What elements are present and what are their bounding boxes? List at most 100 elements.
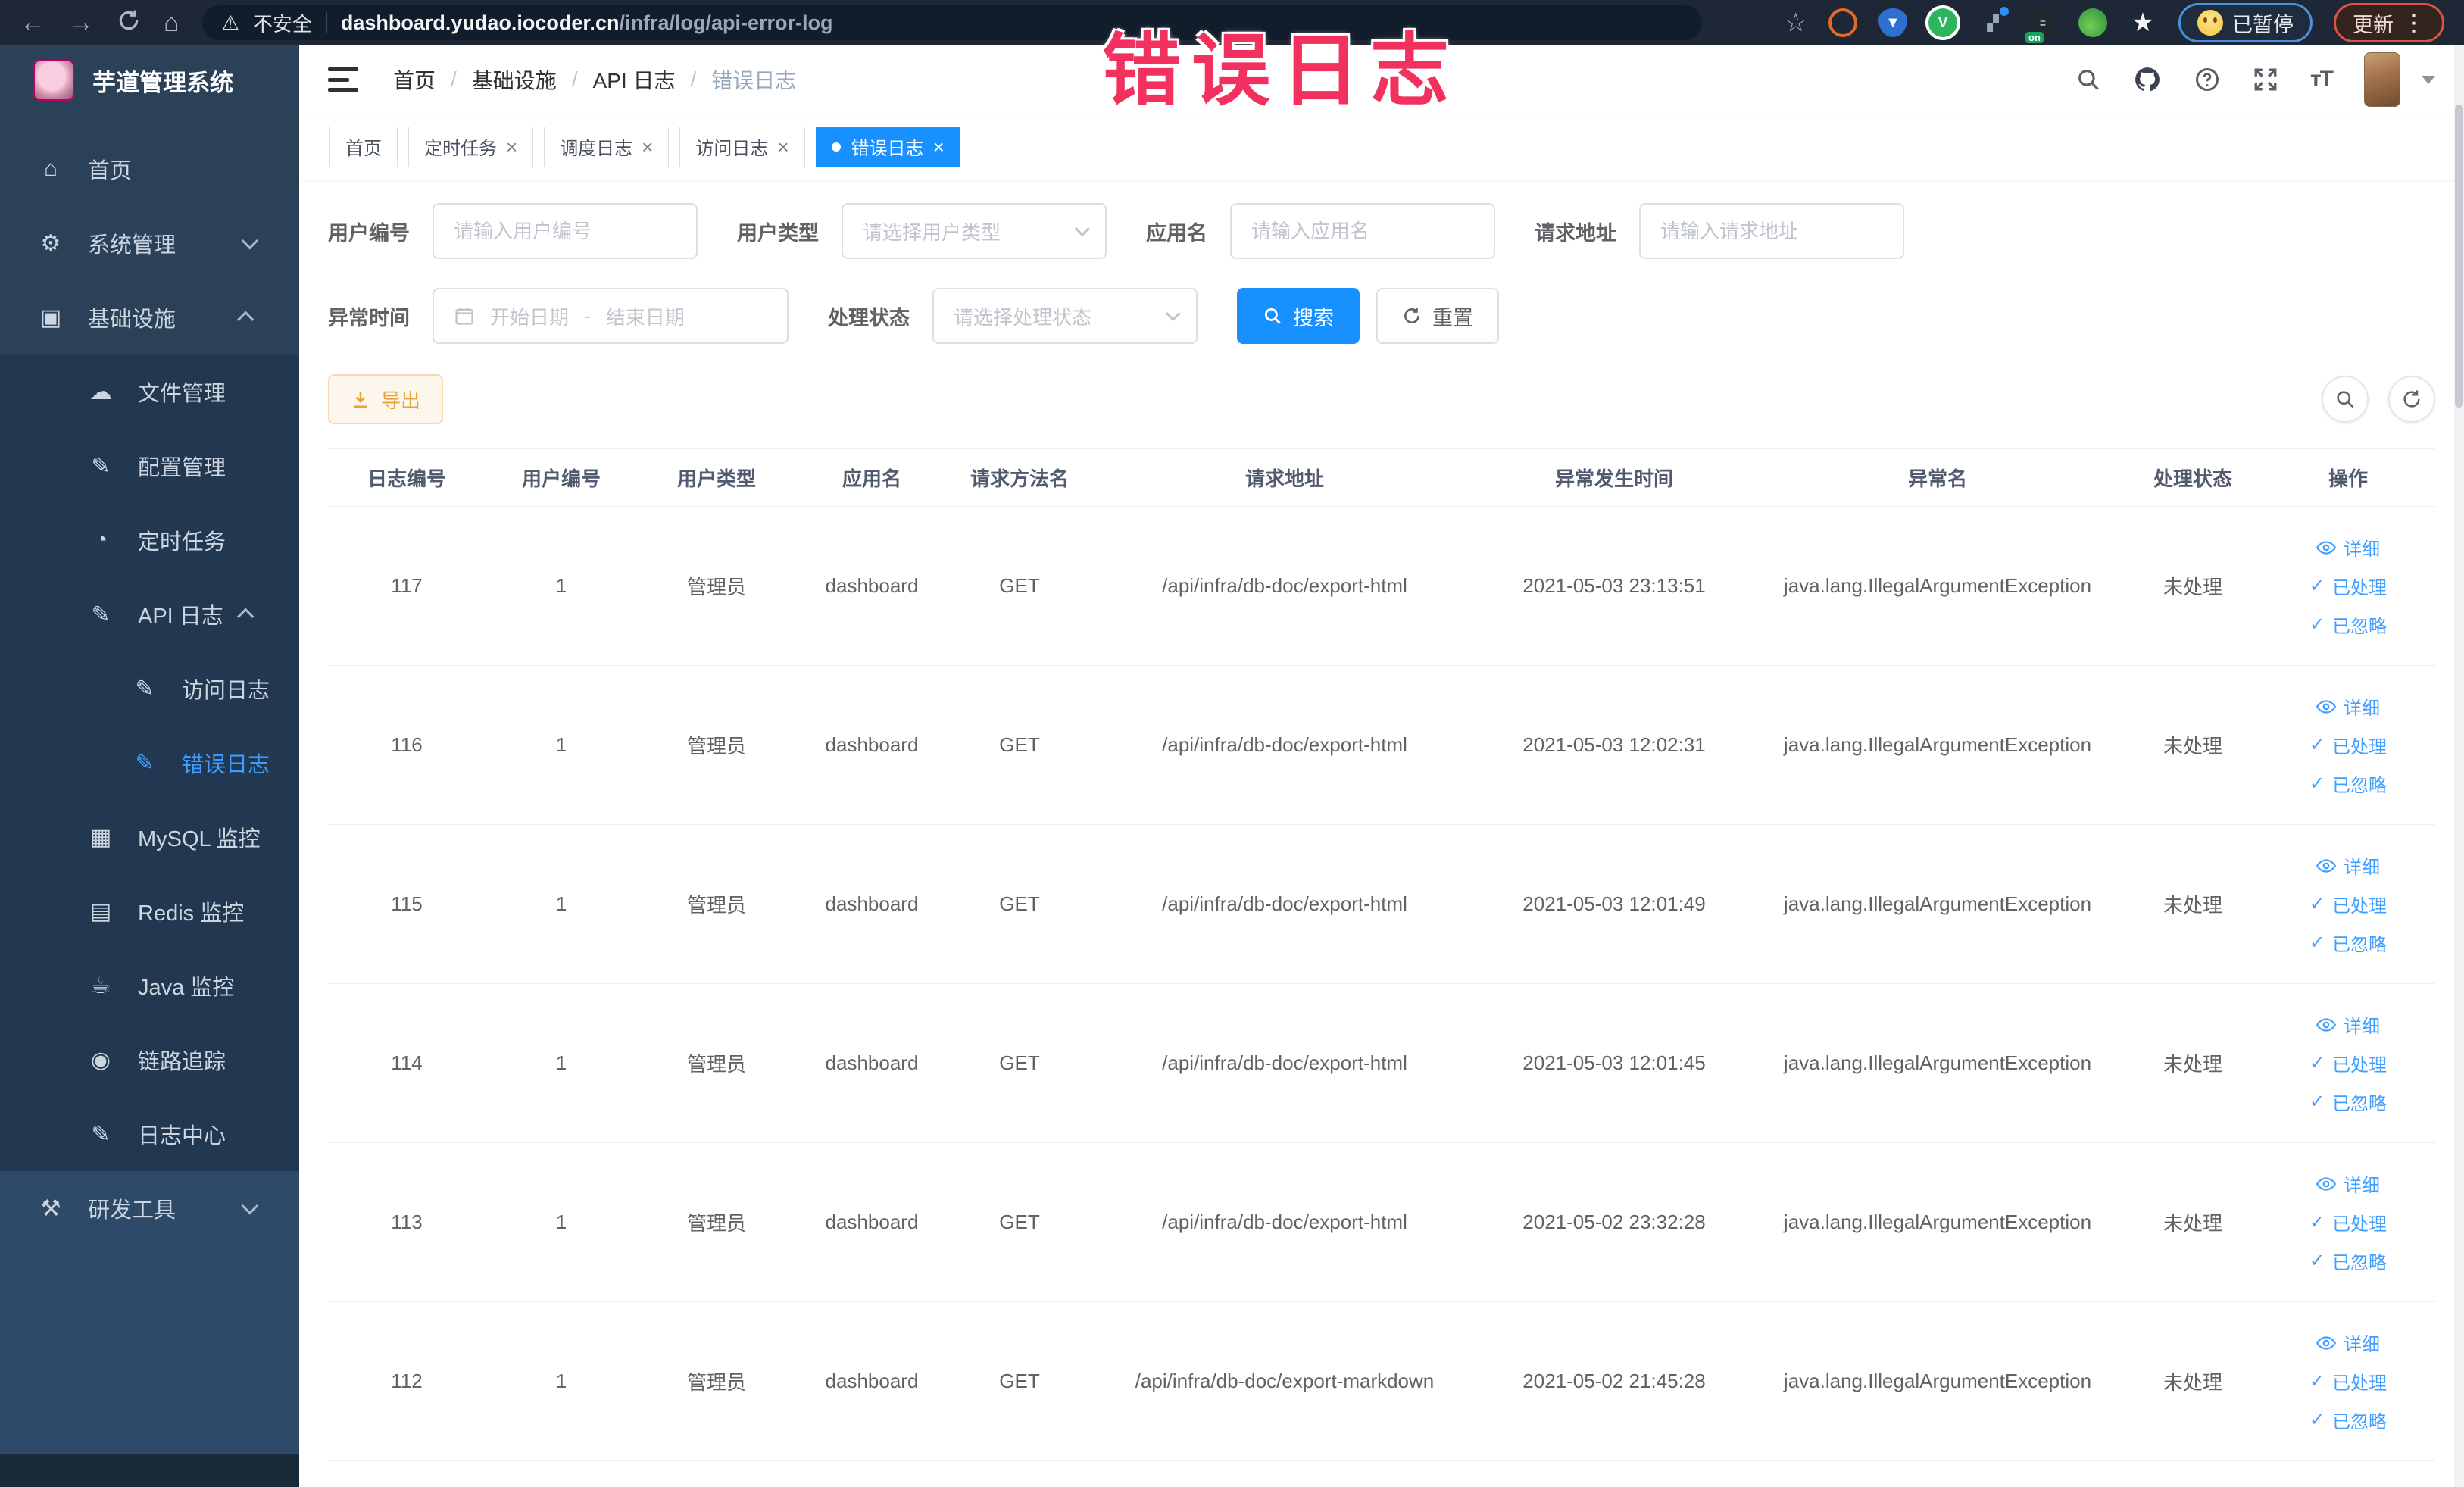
extension-icon-1[interactable] <box>1828 8 1857 37</box>
action-processed-link[interactable]: ✓ 已处理 <box>2309 891 2387 917</box>
export-button[interactable]: 导出 <box>328 374 444 424</box>
action-ignored-link[interactable]: ✓ 已忽略 <box>2309 611 2387 638</box>
app-title: 芋道管理系统 <box>92 69 233 96</box>
column-header: 应用名 <box>842 467 901 490</box>
action-ignored-link[interactable]: ✓ 已忽略 <box>2309 929 2387 956</box>
sidebar-item-label: 研发工具 <box>88 1198 176 1223</box>
action-ignored-link[interactable]: ✓ 已忽略 <box>2309 1089 2387 1115</box>
extension-icon-2[interactable]: ▼ <box>1878 8 1907 37</box>
paused-badge[interactable]: 已暂停 <box>2178 3 2313 42</box>
table-row: 116 1 管理员 dashboard GET/api/infra/db-doc/exp… <box>328 666 2435 825</box>
action-processed-link[interactable]: ✓ 已处理 <box>2309 1050 2387 1076</box>
user-type-select[interactable]: 请选择用户类型 <box>842 203 1107 259</box>
search-icon[interactable] <box>2075 67 2101 92</box>
sidebar-item-file[interactable]: ☁ 文件管理 <box>0 355 299 429</box>
action-detail-link[interactable]: 详细 <box>2316 534 2380 561</box>
action-processed-link[interactable]: ✓ 已处理 <box>2309 732 2387 758</box>
action-detail-link[interactable]: 详细 <box>2316 1011 2380 1038</box>
action-ignored-link[interactable]: ✓ 已忽略 <box>2309 770 2387 797</box>
breadcrumb-item[interactable]: API 日志 <box>593 64 676 95</box>
sidebar-item-job[interactable]: ◔ 定时任务 <box>0 503 299 577</box>
sidebar-item-label: Java 监控 <box>138 976 235 1000</box>
start-date-placeholder: 开始日期 <box>490 305 570 329</box>
extension-icon-3[interactable]: V <box>1928 8 1957 37</box>
action-detail-link[interactable]: 详细 <box>2316 693 2380 720</box>
extension-icon-6[interactable] <box>2078 8 2107 37</box>
request-url-input[interactable] <box>1660 219 1883 243</box>
page-scrollbar[interactable] <box>2454 45 2464 1487</box>
home-icon[interactable]: ⌂ <box>164 10 180 36</box>
action-detail-link[interactable]: 详细 <box>2316 1329 2380 1356</box>
sidebar-item-redis[interactable]: ▤ Redis 监控 <box>0 874 299 948</box>
close-icon[interactable]: × <box>506 137 517 157</box>
sidebar-item-log-center[interactable]: ✎ 日志中心 <box>0 1097 299 1171</box>
breadcrumb-item[interactable]: 首页 <box>393 64 436 95</box>
cell-method: GET <box>999 1211 1040 1233</box>
log-center-icon: ✎ <box>91 1121 111 1147</box>
extension-icon-5[interactable]: ≡ on <box>2025 8 2057 43</box>
tab-首页[interactable]: 首页 <box>329 126 398 167</box>
update-button[interactable]: 更新 ⋮ <box>2334 3 2444 42</box>
help-icon[interactable] <box>2194 66 2221 93</box>
sidebar-item-access-log[interactable]: ✎ 访问日志 <box>0 651 299 726</box>
sidebar-item-system[interactable]: ⚙ 系统管理 <box>0 206 299 280</box>
cell-exception-time: 2021-05-03 12:01:45 <box>1522 1051 1706 1074</box>
sidebar-item-mysql[interactable]: ▦ MySQL 监控 <box>0 800 299 874</box>
menu-dots-icon[interactable]: ⋮ <box>2403 10 2425 36</box>
extension-icon-7[interactable]: ★ <box>2128 8 2157 37</box>
scrollbar-thumb[interactable] <box>2455 105 2463 408</box>
close-icon[interactable]: × <box>933 137 945 157</box>
sidebar-item-home[interactable]: ⌂ 首页 <box>0 132 299 206</box>
extension-icon-4[interactable]: ▞ <box>1978 7 2009 37</box>
tab-定时任务[interactable]: 定时任务 × <box>408 126 534 167</box>
cell-method: GET <box>999 574 1040 597</box>
tab-label: 访问日志 <box>695 139 769 159</box>
sidebar-item-infra[interactable]: ▣ 基础设施 <box>0 280 299 355</box>
sidebar-item-api-log[interactable]: ✎ API 日志 <box>0 577 299 651</box>
close-icon[interactable]: × <box>777 137 789 157</box>
app-name-input[interactable] <box>1251 219 1474 243</box>
back-icon[interactable]: ← <box>20 10 45 36</box>
address-bar[interactable]: ⚠ 不安全 dashboard.yudao.iocoder.cn/infra/l… <box>201 5 1702 40</box>
sidebar-item-label: 首页 <box>88 159 133 183</box>
reload-icon[interactable] <box>117 8 141 37</box>
github-icon[interactable] <box>2133 65 2162 94</box>
tab-调度日志[interactable]: 调度日志 × <box>544 126 670 167</box>
tab-访问日志[interactable]: 访问日志 × <box>679 126 805 167</box>
action-processed-link[interactable]: ✓ 已处理 <box>2309 573 2387 599</box>
fullscreen-icon[interactable] <box>2253 67 2278 92</box>
filter-app-name: 应用名 <box>1146 203 1495 259</box>
show-search-button[interactable] <box>2322 376 2369 423</box>
cell-request-url: /api/infra/db-doc/export-html <box>1162 733 1407 756</box>
action-detail-link[interactable]: 详细 <box>2316 852 2380 879</box>
sidebar-item-trace[interactable]: ◉ 链路追踪 <box>0 1023 299 1097</box>
refresh-table-button[interactable] <box>2388 376 2435 423</box>
tab-错误日志[interactable]: 错误日志 × <box>815 126 960 167</box>
search-button[interactable]: 搜索 <box>1237 288 1360 344</box>
column-header: 请求地址 <box>1244 467 1324 490</box>
close-icon[interactable]: × <box>642 137 653 157</box>
action-processed-link[interactable]: ✓ 已处理 <box>2309 1368 2387 1395</box>
action-processed-link[interactable]: ✓ 已处理 <box>2309 1209 2387 1236</box>
user-avatar[interactable] <box>2364 52 2400 107</box>
sidebar-item-label: 链路追踪 <box>138 1050 226 1074</box>
sidebar-item-dev-tools[interactable]: ⚒ 研发工具 <box>0 1171 299 1245</box>
bookmark-star-icon[interactable]: ☆ <box>1785 10 1807 36</box>
sidebar-item-error-log[interactable]: ✎ 错误日志 <box>0 726 299 800</box>
sidebar-logo[interactable]: 芋道管理系统 <box>0 45 299 115</box>
sidebar-item-java[interactable]: ☕ Java 监控 <box>0 948 299 1023</box>
hamburger-icon[interactable] <box>328 67 358 92</box>
process-status-select[interactable]: 请选择处理状态 <box>932 288 1198 344</box>
reset-button[interactable]: 重置 <box>1376 288 1499 344</box>
sidebar-item-config[interactable]: ✎ 配置管理 <box>0 429 299 503</box>
chevron-down-icon[interactable] <box>2422 75 2435 84</box>
forward-icon[interactable]: → <box>68 10 94 36</box>
font-size-icon[interactable]: тТ <box>2310 67 2334 92</box>
action-ignored-link[interactable]: ✓ 已忽略 <box>2309 1407 2387 1433</box>
date-range-picker[interactable]: 开始日期 - 结束日期 <box>433 288 789 344</box>
user-id-input[interactable] <box>454 219 676 243</box>
action-detail-link[interactable]: 详细 <box>2316 1170 2380 1197</box>
tab-label: 首页 <box>345 139 382 159</box>
breadcrumb-item[interactable]: 基础设施 <box>472 64 557 95</box>
action-ignored-link[interactable]: ✓ 已忽略 <box>2309 1248 2387 1274</box>
